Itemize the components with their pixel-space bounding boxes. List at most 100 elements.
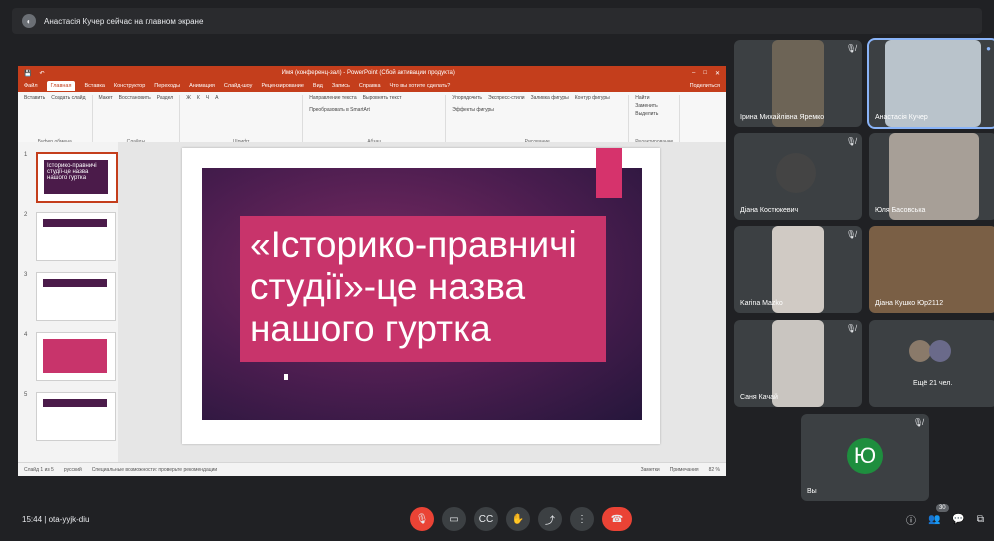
slide-accent — [596, 148, 622, 198]
side-icons: ⓘ 👥 30 💬 ⧉ — [906, 503, 984, 527]
language: русский — [63, 466, 82, 473]
controls: 🎙︎ ▭ CC ✋ ⤴ ⋮ ☎ — [410, 507, 632, 531]
section-button[interactable]: Раздел — [157, 95, 174, 101]
align-text-button[interactable]: Выровнять текст — [363, 95, 402, 101]
mic-toggle-button[interactable]: 🎙︎ — [410, 507, 434, 531]
paragraph-group: Направление текста Выровнять текст Преоб… — [309, 95, 447, 145]
notes-button[interactable]: Заметки — [641, 467, 660, 473]
slide-content: «Історико-правничі студії»-це назва нашо… — [202, 148, 642, 420]
tab-help[interactable]: Справка — [359, 83, 381, 89]
participant-name: Саня Качай — [740, 394, 778, 401]
mic-off-icon: 🎙︎̸ — [845, 324, 856, 333]
current-time: 15:44 — [22, 514, 43, 524]
avatar — [776, 153, 816, 193]
avatar — [929, 340, 951, 362]
paste-button[interactable]: Вставить — [24, 95, 45, 101]
ppt-tabs: Файл Главная Вставка Конструктор Переход… — [18, 80, 726, 92]
slide-thumb-2[interactable] — [36, 212, 116, 261]
arrange-button[interactable]: Упорядочить — [452, 95, 482, 101]
comments-button[interactable]: Примечания — [670, 467, 699, 473]
mic-off-icon: 🎙︎̸ — [845, 230, 856, 239]
save-icon[interactable]: 💾 — [24, 70, 31, 77]
mouse-cursor-icon — [284, 374, 288, 380]
minimize-icon[interactable]: – — [692, 70, 695, 76]
find-button[interactable]: Найти — [635, 95, 673, 101]
layout-button[interactable]: Макет — [99, 95, 113, 101]
participant-name: Діана Кушко Юр2112 — [875, 300, 944, 307]
slide-thumbnails: 1 Історико-правничі студії-це назва нашо… — [18, 142, 118, 462]
thumb-number: 5 — [24, 392, 28, 398]
participant-tile[interactable]: ● Анастасія Кучер — [867, 38, 994, 129]
select-button[interactable]: Выделить — [635, 111, 673, 117]
leave-call-button[interactable]: ☎ — [602, 507, 632, 531]
tab-transitions[interactable]: Переходы — [154, 83, 180, 89]
text-direction-button[interactable]: Направление текста — [309, 95, 356, 101]
tab-record[interactable]: Запись — [332, 83, 350, 89]
tab-insert[interactable]: Вставка — [84, 83, 104, 89]
self-avatar: Ю — [847, 438, 883, 474]
self-tile[interactable]: Ю 🎙︎̸ Вы — [801, 414, 929, 501]
people-icon[interactable]: 👥 30 — [928, 503, 949, 525]
shape-effects-button[interactable]: Эффекты фигуры — [452, 107, 494, 113]
tab-view[interactable]: Вид — [313, 83, 323, 89]
slide-thumb-5[interactable] — [36, 392, 116, 441]
share-button[interactable]: Поделиться — [690, 83, 720, 89]
mic-off-icon: 🎙︎̸ — [845, 137, 856, 146]
tab-file[interactable]: Файл — [24, 83, 38, 89]
ppt-statusbar: Слайд 1 из 5 русский Специальные возможн… — [18, 462, 726, 476]
participant-name: Анастасія Кучер — [875, 114, 928, 121]
activities-icon[interactable]: ⧉ — [977, 514, 984, 525]
tab-home[interactable]: Главная — [46, 81, 76, 91]
participant-name: Вы — [807, 488, 817, 495]
slide-thumb-4[interactable] — [36, 332, 116, 381]
zoom-level[interactable]: 82 % — [709, 467, 720, 473]
camera-toggle-button[interactable]: ▭ — [442, 507, 466, 531]
speaking-icon: ● — [986, 44, 991, 53]
chat-icon[interactable]: 💬 — [952, 514, 964, 525]
participants-count: 30 — [935, 503, 949, 512]
thumb-number: 2 — [24, 212, 28, 218]
raise-hand-button[interactable]: ✋ — [506, 507, 530, 531]
reset-button[interactable]: Восстановить — [119, 95, 151, 101]
slide-thumb-3[interactable] — [36, 272, 116, 321]
participant-tile[interactable]: 🎙︎̸ Karina Mazko — [734, 226, 862, 313]
quick-styles-button[interactable]: Экспресс-стили — [488, 95, 525, 101]
tell-me-search[interactable]: Что вы хотите сделать? — [390, 83, 451, 89]
underline-icon[interactable]: Ч — [206, 95, 209, 101]
italic-icon[interactable]: К — [197, 95, 200, 101]
participant-tile[interactable]: 🎙︎̸ Саня Качай — [734, 320, 862, 407]
meeting-code[interactable]: ota-yyjk-diu — [49, 515, 90, 524]
present-button[interactable]: ⤴ — [538, 507, 562, 531]
accessibility-status[interactable]: Специальные возможности: проверьте реком… — [92, 467, 217, 473]
participant-tile[interactable]: Юля Басовська — [869, 133, 994, 220]
undo-icon[interactable]: ↶ — [39, 70, 44, 77]
participant-tile[interactable]: 🎙︎̸ Діана Костюкевич — [734, 133, 862, 220]
captions-button[interactable]: CC — [474, 507, 498, 531]
thumb-4-preview — [43, 339, 107, 373]
new-slide-button[interactable]: Создать слайд — [51, 95, 85, 101]
close-icon[interactable]: ✕ — [715, 70, 720, 77]
thumb-1-text: Історико-правничі студії-це назва нашого… — [44, 160, 108, 194]
replace-button[interactable]: Заменить — [635, 103, 673, 109]
tab-design[interactable]: Конструктор — [114, 83, 145, 89]
participant-tile[interactable]: Діана Кушко Юр2112 — [869, 226, 994, 313]
slides-group: Макет Восстановить Раздел Слайды — [99, 95, 181, 145]
tab-slideshow[interactable]: Слайд-шоу — [224, 83, 253, 89]
more-participants-tile[interactable]: Ещё 21 чел. — [869, 320, 994, 407]
meeting-info: 15:44 | ota-yyjk-diu — [22, 515, 89, 524]
participant-name: Ірина Михайлівна Яремко — [740, 114, 825, 121]
slide-title-text[interactable]: «Історико-правничі студії»-це назва нашо… — [240, 216, 606, 362]
bold-icon[interactable]: Ж — [186, 95, 191, 101]
shape-fill-button[interactable]: Заливка фигуры — [531, 95, 569, 101]
participant-tile[interactable]: 🎙︎̸ Ірина Михайлівна Яремко — [734, 40, 862, 127]
thumb-number: 3 — [24, 272, 28, 278]
more-options-button[interactable]: ⋮ — [570, 507, 594, 531]
info-icon[interactable]: ⓘ — [906, 512, 916, 527]
tab-animation[interactable]: Анимация — [189, 83, 215, 89]
slide-thumb-1[interactable]: Історико-правничі студії-це назва нашого… — [36, 152, 118, 203]
smartart-button[interactable]: Преобразовать в SmartArt — [309, 107, 370, 113]
tab-review[interactable]: Рецензирование — [261, 83, 303, 89]
font-color-icon[interactable]: A — [215, 95, 218, 101]
shape-outline-button[interactable]: Контур фигуры — [575, 95, 610, 101]
maximize-icon[interactable]: □ — [703, 70, 707, 76]
